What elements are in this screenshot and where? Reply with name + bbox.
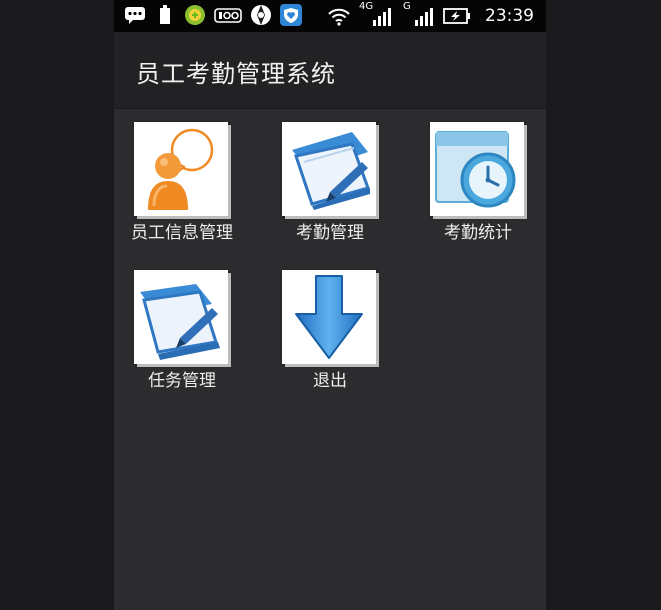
battery-small-icon — [154, 4, 176, 26]
menu-item-label: 退出 — [313, 371, 347, 391]
status-bar-notifications — [124, 4, 302, 26]
menu-item-label: 员工信息管理 — [131, 223, 233, 243]
menu-item-label: 考勤统计 — [444, 223, 512, 243]
app-bar: 员工考勤管理系统 — [114, 32, 546, 108]
game-icon — [184, 4, 206, 26]
message-icon — [124, 4, 146, 26]
menu-item-attendance-management[interactable]: 考勤管理 — [256, 122, 406, 252]
status-bar: 4G G 23:39 — [114, 0, 546, 32]
data-counter-icon — [214, 4, 242, 26]
status-clock: 23:39 — [485, 6, 534, 26]
aperture-icon — [250, 4, 272, 26]
shield-heart-icon — [280, 4, 302, 26]
folder-pen-icon — [134, 270, 228, 364]
app-title: 员工考勤管理系统 — [136, 60, 336, 88]
menu-item-employee-info[interactable]: 员工信息管理 — [108, 122, 258, 252]
employee-chat-icon — [134, 122, 228, 216]
signal-4g-icon: 4G — [359, 1, 393, 28]
signal-g-icon: G — [401, 1, 435, 28]
menu-item-label: 任务管理 — [148, 371, 216, 391]
menu-item-label: 考勤管理 — [296, 223, 364, 243]
window-clock-icon — [430, 122, 524, 216]
wifi-icon — [327, 5, 351, 27]
arrow-down-icon — [282, 270, 376, 364]
status-bar-system: 4G G 23:39 — [327, 1, 534, 28]
battery-charging-icon — [443, 5, 471, 27]
menu-item-attendance-statistics[interactable]: 考勤统计 — [404, 122, 554, 252]
menu-item-exit[interactable]: 退出 — [256, 270, 406, 400]
menu-item-task-management[interactable]: 任务管理 — [108, 270, 258, 400]
phone-screen: 4G G 23:39 员工考勤管理系统 员工信息管理 考勤管理 考勤统计 任务管… — [114, 0, 546, 610]
notepad-pen-icon — [282, 122, 376, 216]
